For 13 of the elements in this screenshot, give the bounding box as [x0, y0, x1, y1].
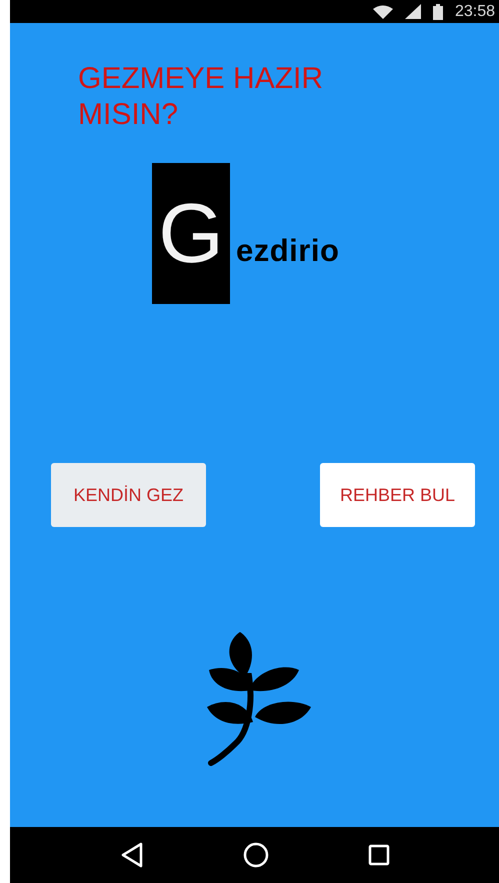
home-icon[interactable] [242, 842, 268, 868]
battery-icon [432, 4, 443, 20]
signal-icon [404, 4, 421, 19]
wifi-icon [372, 4, 393, 18]
leaf-branch-icon [206, 632, 312, 766]
clock-time: 23:58 [454, 2, 495, 20]
choice-button[interactable]: REHBER BUL [320, 463, 475, 527]
recents-icon[interactable] [368, 844, 390, 866]
logo-text: ezdirio [236, 233, 340, 269]
logo-initial: G [152, 163, 230, 304]
choice-button[interactable]: KENDİN GEZ [51, 463, 206, 527]
back-icon[interactable] [120, 842, 144, 868]
page-title: GEZMEYE HAZIR MISIN? [78, 61, 324, 133]
